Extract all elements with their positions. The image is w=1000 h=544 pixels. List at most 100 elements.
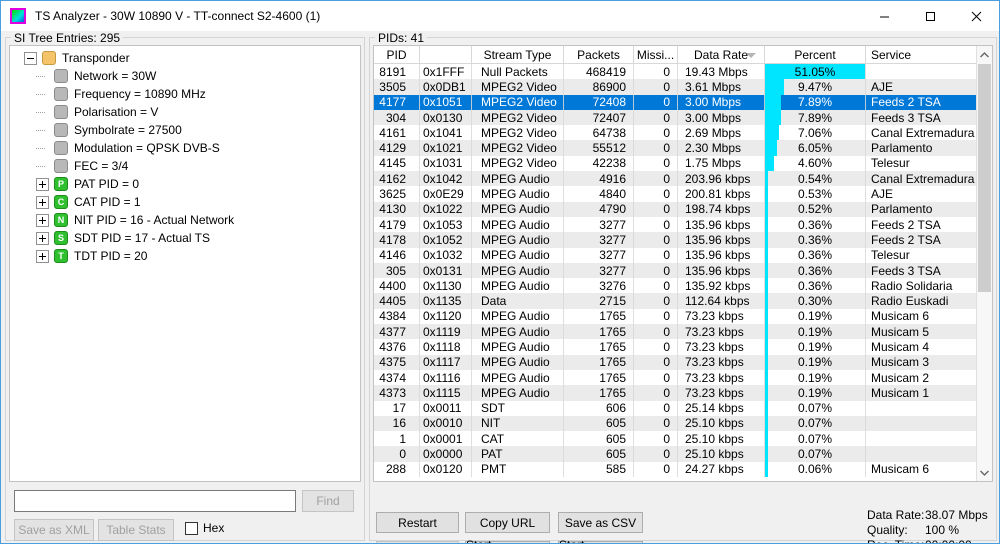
si-tree-view[interactable]: TransponderNetwork = 30WFrequency = 1089… bbox=[9, 45, 361, 482]
cell-percent-text: 0.19% bbox=[798, 340, 832, 354]
pid-table-scrollbar[interactable] bbox=[976, 46, 992, 481]
tree-node[interactable]: Frequency = 10890 MHz bbox=[14, 85, 360, 103]
save-as-csv-button[interactable]: Save as CSV bbox=[558, 512, 643, 533]
table-row[interactable]: 41290x1021MPEG2 Video5551202.30 Mbps6.05… bbox=[374, 140, 976, 155]
expand-icon[interactable] bbox=[36, 214, 49, 227]
cell-missing: 0 bbox=[634, 324, 678, 339]
cell-pid-hex: 0x1031 bbox=[420, 156, 472, 171]
tree-node[interactable]: Transponder bbox=[14, 49, 360, 67]
column-header-missing[interactable]: Missi... bbox=[634, 46, 678, 63]
expand-icon[interactable] bbox=[36, 196, 49, 209]
tree-node[interactable]: Polarisation = V bbox=[14, 103, 360, 121]
cell-pid: 3625 bbox=[374, 186, 420, 201]
tree-node[interactable]: Network = 30W bbox=[14, 67, 360, 85]
column-header-data-rate[interactable]: Data Rate bbox=[678, 46, 765, 63]
pat-icon: P bbox=[54, 177, 68, 191]
cell-pid-hex: 0x0E29 bbox=[420, 186, 472, 201]
maximize-button[interactable] bbox=[907, 1, 953, 31]
table-row[interactable]: 43840x1120MPEG Audio1765073.23 kbps0.19%… bbox=[374, 309, 976, 324]
close-button[interactable] bbox=[953, 1, 999, 31]
cell-percent: 51.05% bbox=[765, 64, 866, 79]
tree-node-label: PAT PID = 0 bbox=[74, 177, 139, 191]
status-rec-time: Rec. Time: 00:00:00 bbox=[867, 538, 988, 544]
table-row[interactable]: 41450x1031MPEG2 Video4223801.75 Mbps4.60… bbox=[374, 156, 976, 171]
cell-percent: 9.47% bbox=[765, 79, 866, 94]
table-row[interactable]: 2880x0120PMT585024.27 kbps0.06%Musicam 6 bbox=[374, 462, 976, 477]
find-button[interactable]: Find bbox=[302, 490, 354, 512]
table-row[interactable]: 41610x1041MPEG2 Video6473802.69 Mbps7.06… bbox=[374, 125, 976, 140]
hex-checkbox-box[interactable] bbox=[185, 522, 198, 535]
column-header-service[interactable]: Service bbox=[866, 46, 976, 63]
tree-node[interactable]: CCAT PID = 1 bbox=[14, 193, 360, 211]
pid-table[interactable]: PID Stream Type Packets Missi... Data Ra… bbox=[373, 45, 993, 482]
expand-icon[interactable] bbox=[36, 178, 49, 191]
cell-missing: 0 bbox=[634, 263, 678, 278]
tree-node[interactable]: TTDT PID = 20 bbox=[14, 247, 360, 265]
status-panel: Data Rate: 38.07 Mbps Quality: 100 % Rec… bbox=[867, 508, 988, 544]
tree-node[interactable]: P PAT PID = 0 bbox=[14, 175, 360, 193]
restart-button[interactable]: Restart bbox=[376, 512, 459, 533]
table-row[interactable]: 3050x0131MPEG Audio32770135.96 kbps0.36%… bbox=[374, 263, 976, 278]
scroll-down-icon[interactable] bbox=[977, 464, 992, 481]
tree-node[interactable]: SSDT PID = 17 - Actual TS bbox=[14, 229, 360, 247]
column-header-pid[interactable]: PID bbox=[374, 46, 420, 63]
table-row[interactable]: 10x0001CAT605025.10 kbps0.07% bbox=[374, 431, 976, 446]
table-row[interactable]: 3040x0130MPEG2 Video7240703.00 Mbps7.89%… bbox=[374, 110, 976, 125]
copy-url-button[interactable]: Copy URL bbox=[465, 512, 550, 533]
search-input[interactable] bbox=[14, 490, 296, 512]
cell-data-rate: 73.23 kbps bbox=[678, 385, 765, 400]
table-row[interactable]: 35050x0DB1MPEG2 Video8690003.61 Mbps9.47… bbox=[374, 79, 976, 94]
save-as-xml-button[interactable]: Save as XML bbox=[14, 519, 94, 541]
table-row[interactable]: 43770x1119MPEG Audio1765073.23 kbps0.19%… bbox=[374, 324, 976, 339]
table-row[interactable]: 00x0000PAT605025.10 kbps0.07% bbox=[374, 446, 976, 461]
column-header-percent[interactable]: Percent bbox=[765, 46, 866, 63]
expand-icon[interactable] bbox=[36, 250, 49, 263]
scroll-up-icon[interactable] bbox=[977, 46, 992, 63]
percent-bar bbox=[765, 95, 781, 110]
table-row[interactable]: 41460x1032MPEG Audio32770135.96 kbps0.36… bbox=[374, 248, 976, 263]
minimize-button[interactable] bbox=[861, 1, 907, 31]
cell-data-rate: 135.96 kbps bbox=[678, 217, 765, 232]
table-row[interactable]: 43740x1116MPEG Audio1765073.23 kbps0.19%… bbox=[374, 370, 976, 385]
table-row[interactable]: 41780x1052MPEG Audio32770135.96 kbps0.36… bbox=[374, 232, 976, 247]
cell-pid: 4161 bbox=[374, 125, 420, 140]
table-row[interactable]: 81910x1FFFNull Packets468419019.43 Mbps5… bbox=[374, 64, 976, 79]
cell-pid: 4178 bbox=[374, 232, 420, 247]
table-row[interactable]: 160x0010NIT605025.10 kbps0.07% bbox=[374, 416, 976, 431]
cell-missing: 0 bbox=[634, 401, 678, 416]
table-row[interactable]: 41770x1051MPEG2 Video7240803.00 Mbps7.89… bbox=[374, 95, 976, 110]
cell-percent: 7.89% bbox=[765, 110, 866, 125]
tree-node[interactable]: Symbolrate = 27500 bbox=[14, 121, 360, 139]
table-row[interactable]: 41300x1022MPEG Audio47900198.74 kbps0.52… bbox=[374, 202, 976, 217]
column-header-packets[interactable]: Packets bbox=[564, 46, 634, 63]
tree-node[interactable]: FEC = 3/4 bbox=[14, 157, 360, 175]
tree-node[interactable]: Modulation = QPSK DVB-S bbox=[14, 139, 360, 157]
table-row[interactable]: 41620x1042MPEG Audio49160203.96 kbps0.54… bbox=[374, 171, 976, 186]
nit-icon: N bbox=[54, 213, 68, 227]
expand-icon[interactable] bbox=[36, 232, 49, 245]
cell-data-rate: 135.96 kbps bbox=[678, 232, 765, 247]
column-header-pid-hex[interactable] bbox=[420, 46, 472, 63]
tree-node[interactable]: NNIT PID = 16 - Actual Network bbox=[14, 211, 360, 229]
cell-stream-type: MPEG Audio bbox=[472, 385, 564, 400]
cell-pid-hex: 0x0011 bbox=[420, 401, 472, 416]
table-row[interactable]: 43730x1115MPEG Audio1765073.23 kbps0.19%… bbox=[374, 385, 976, 400]
table-row[interactable]: 44000x1130MPEG Audio32760135.92 kbps0.36… bbox=[374, 278, 976, 293]
table-row[interactable]: 43760x1118MPEG Audio1765073.23 kbps0.19%… bbox=[374, 339, 976, 354]
table-row[interactable]: 43750x1117MPEG Audio1765073.23 kbps0.19%… bbox=[374, 355, 976, 370]
table-stats-button[interactable]: Table Stats bbox=[98, 519, 174, 541]
percent-bar bbox=[765, 355, 768, 370]
scrollbar-thumb[interactable] bbox=[978, 64, 991, 292]
cell-missing: 0 bbox=[634, 385, 678, 400]
collapse-icon[interactable] bbox=[24, 52, 37, 65]
column-header-stream-type[interactable]: Stream Type bbox=[472, 46, 564, 63]
cell-data-rate: 112.64 kbps bbox=[678, 293, 765, 308]
cell-data-rate: 73.23 kbps bbox=[678, 339, 765, 354]
cell-missing: 0 bbox=[634, 202, 678, 217]
table-row[interactable]: 170x0011SDT606025.14 kbps0.07% bbox=[374, 401, 976, 416]
hex-checkbox[interactable]: Hex bbox=[185, 521, 224, 535]
table-row[interactable]: 36250x0E29MPEG Audio48400200.81 kbps0.53… bbox=[374, 186, 976, 201]
table-row[interactable]: 44050x1135Data27150112.64 kbps0.30%Radio… bbox=[374, 293, 976, 308]
table-row[interactable]: 41790x1053MPEG Audio32770135.96 kbps0.36… bbox=[374, 217, 976, 232]
cell-pid: 3505 bbox=[374, 79, 420, 94]
